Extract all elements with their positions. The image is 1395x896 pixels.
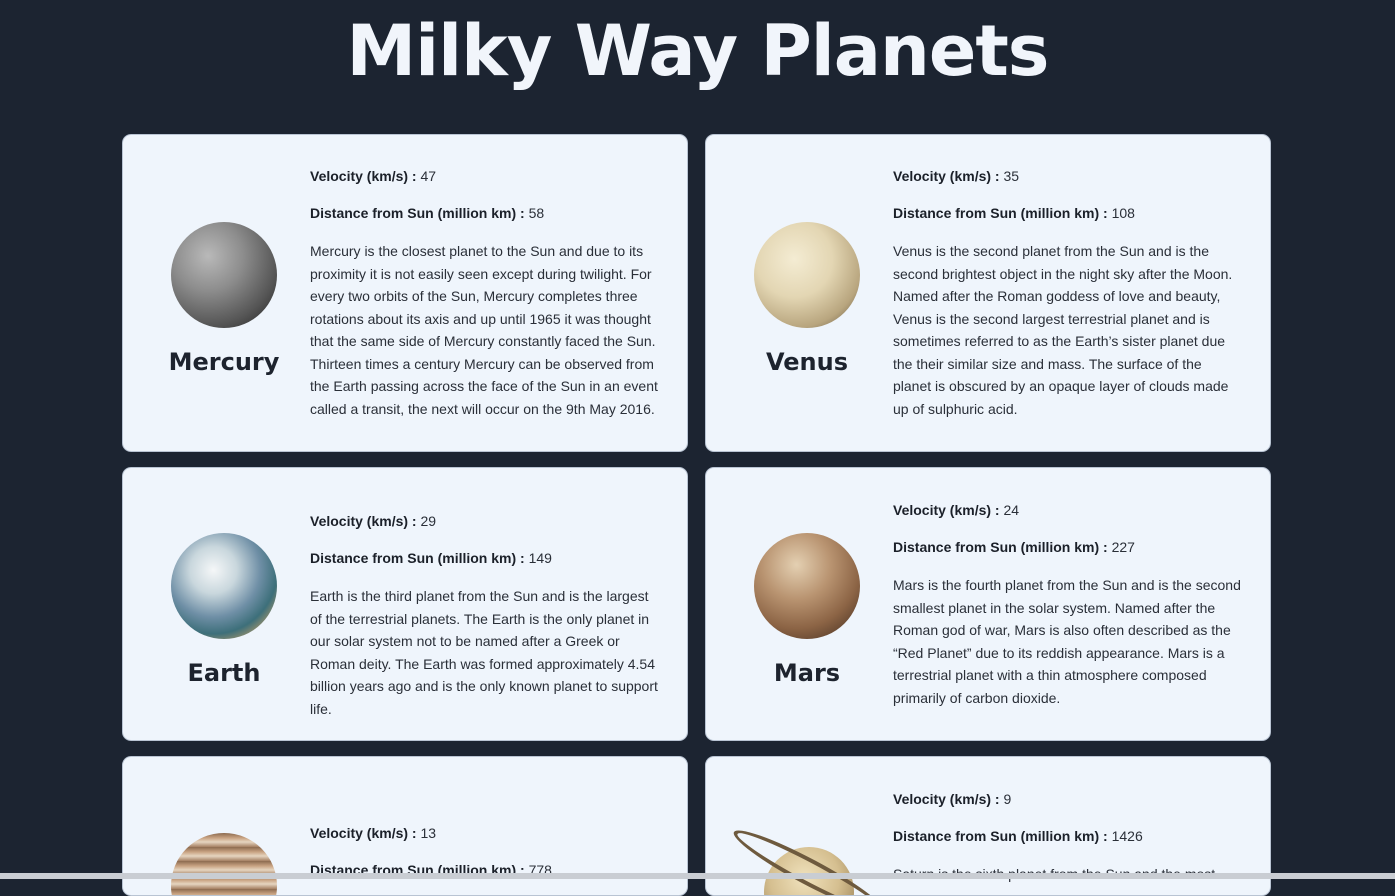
- horizontal-scrollbar[interactable]: [0, 873, 1395, 879]
- velocity-value: 29: [420, 513, 437, 529]
- distance-value: 227: [1111, 539, 1135, 555]
- velocity-label: Velocity (km/s) :: [310, 168, 417, 184]
- velocity-stat: Velocity (km/s) : 24: [893, 500, 1243, 520]
- velocity-label: Velocity (km/s) :: [310, 825, 417, 841]
- distance-value: 149: [528, 550, 552, 566]
- distance-stat: Distance from Sun (million km) : 58: [310, 203, 660, 223]
- distance-stat: Distance from Sun (million km) : 149: [310, 548, 660, 568]
- velocity-value: 24: [1003, 502, 1020, 518]
- planet-name: Earth: [187, 659, 261, 687]
- velocity-stat: Velocity (km/s) : 13: [310, 823, 660, 843]
- venus-image: [754, 222, 860, 328]
- distance-label: Distance from Sun (million km) :: [893, 205, 1108, 221]
- planet-name: Venus: [766, 348, 848, 376]
- velocity-label: Velocity (km/s) :: [893, 168, 1000, 184]
- distance-label: Distance from Sun (million km) :: [310, 205, 525, 221]
- velocity-stat: Velocity (km/s) : 9: [893, 789, 1243, 809]
- velocity-label: Velocity (km/s) :: [310, 513, 417, 529]
- saturn-image: [727, 807, 891, 895]
- planet-name: Mars: [773, 659, 841, 687]
- velocity-value: 35: [1003, 168, 1020, 184]
- distance-value: 58: [528, 205, 545, 221]
- page-title: Milky Way Planets: [346, 10, 1050, 92]
- distance-stat: Distance from Sun (million km) : 108: [893, 203, 1243, 223]
- jupiter-image: [171, 833, 277, 895]
- velocity-value: 9: [1003, 791, 1012, 807]
- planet-name: Mercury: [168, 348, 280, 376]
- planet-description: Venus is the second planet from the Sun …: [893, 243, 1233, 417]
- earth-image: [171, 533, 277, 639]
- planet-card-mercury: Mercury Velocity (km/s) : 47 Distance fr…: [122, 134, 688, 452]
- velocity-label: Velocity (km/s) :: [893, 502, 1000, 518]
- distance-value: 108: [1111, 205, 1135, 221]
- velocity-stat: Velocity (km/s) : 35: [893, 166, 1243, 186]
- velocity-value: 47: [420, 168, 437, 184]
- distance-stat: Distance from Sun (million km) : 227: [893, 537, 1243, 557]
- velocity-label: Velocity (km/s) :: [893, 791, 1000, 807]
- distance-label: Distance from Sun (million km) :: [893, 539, 1108, 555]
- planet-card-mars: Mars Velocity (km/s) : 24 Distance from …: [705, 467, 1271, 741]
- mars-image: [754, 533, 860, 639]
- mercury-image: [171, 222, 277, 328]
- planet-description: Mercury is the closest planet to the Sun…: [310, 243, 658, 417]
- distance-label: Distance from Sun (million km) :: [310, 550, 525, 566]
- velocity-stat: Velocity (km/s) : 47: [310, 166, 660, 186]
- distance-label: Distance from Sun (million km) :: [893, 828, 1108, 844]
- planet-card-earth: Earth Velocity (km/s) : 29 Distance from…: [122, 467, 688, 741]
- distance-stat: Distance from Sun (million km) : 1426: [893, 826, 1243, 846]
- velocity-stat: Velocity (km/s) : 29: [310, 511, 660, 531]
- planet-description: Earth is the third planet from the Sun a…: [310, 588, 658, 717]
- distance-value: 1426: [1111, 828, 1143, 844]
- planet-card-venus: Venus Velocity (km/s) : 35 Distance from…: [705, 134, 1271, 452]
- planet-description: Mars is the fourth planet from the Sun a…: [893, 577, 1241, 706]
- velocity-value: 13: [420, 825, 437, 841]
